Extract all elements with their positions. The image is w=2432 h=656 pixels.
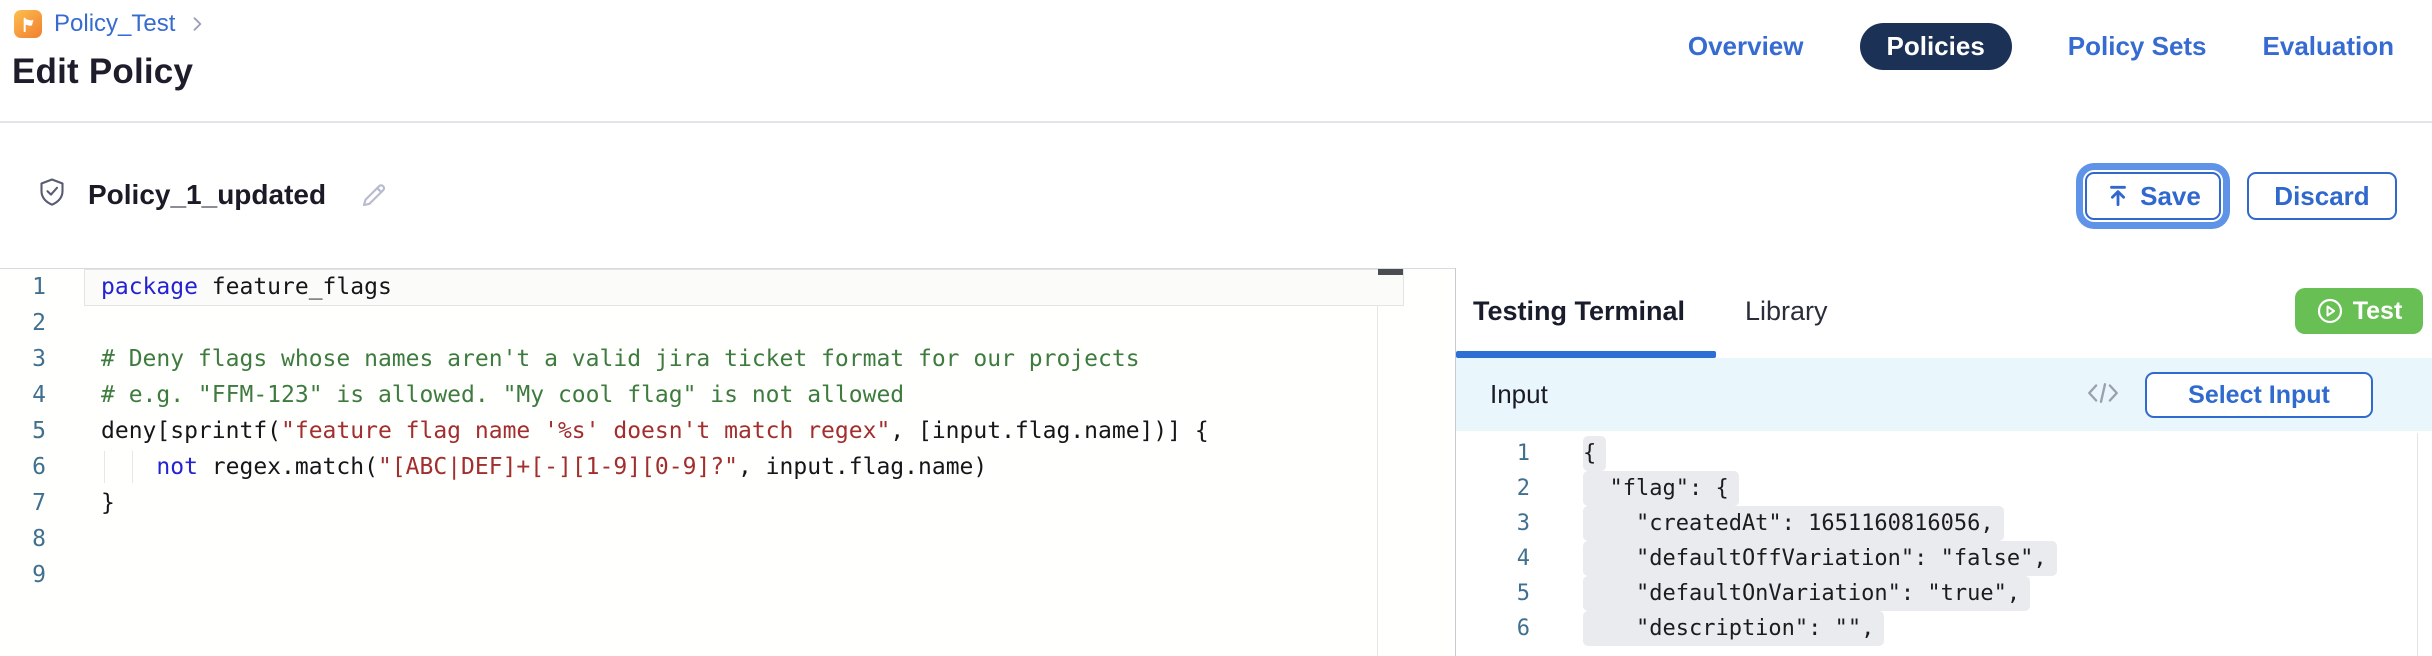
edit-name-pencil-icon[interactable] — [358, 179, 390, 211]
line-number: 2 — [0, 305, 46, 341]
line-number: 7 — [0, 485, 46, 521]
select-input-button[interactable]: Select Input — [2145, 372, 2373, 418]
upload-arrow-icon — [2105, 183, 2131, 209]
code-line[interactable]: 3# Deny flags whose names aren't a valid… — [0, 341, 1455, 377]
line-number: 6 — [0, 449, 46, 485]
policy-row: Policy_1_updated — [36, 176, 390, 213]
json-line[interactable]: 4 "defaultOffVariation": "false", — [1456, 541, 2432, 576]
policy-name: Policy_1_updated — [88, 179, 326, 211]
input-header-bar: Input Select Input — [1456, 358, 2432, 431]
line-number: 3 — [0, 341, 46, 377]
discard-button-label: Discard — [2274, 181, 2369, 212]
chevron-right-icon — [187, 14, 207, 34]
code-line[interactable]: 2 — [0, 305, 1455, 341]
code-line[interactable]: 6 not regex.match("[ABC|DEF]+[-][1-9][0-… — [0, 449, 1455, 485]
json-line[interactable]: 3 "createdAt": 1651160816056, — [1456, 506, 2432, 541]
active-tab-underline — [1456, 351, 1716, 358]
json-line[interactable]: 2 "flag": { — [1456, 471, 2432, 506]
test-button[interactable]: Test — [2295, 288, 2423, 334]
input-label: Input — [1490, 379, 1548, 410]
rego-scrollbar-thumb[interactable] — [1378, 269, 1403, 275]
testing-panel-tabs: Testing Terminal Library — [1456, 268, 2432, 358]
module-nav: Overview Policies Policy Sets Evaluation — [1688, 24, 2394, 68]
line-number: 1 — [1456, 436, 1530, 471]
json-editor-right-border — [2417, 433, 2418, 656]
code-brackets-icon[interactable] — [2084, 378, 2122, 413]
line-number: 8 — [0, 521, 46, 557]
header-divider — [0, 121, 2432, 123]
save-button-label: Save — [2140, 181, 2201, 212]
page-title: Edit Policy — [12, 52, 193, 92]
discard-button[interactable]: Discard — [2247, 172, 2397, 220]
breadcrumb: Policy_Test — [14, 10, 207, 38]
code-line[interactable]: 8 — [0, 521, 1455, 557]
json-line[interactable]: 1{ — [1456, 436, 2432, 471]
code-line[interactable]: 1package feature_flags — [0, 269, 1455, 305]
input-json-editor[interactable]: 1{2 "flag": {3 "createdAt": 165116081605… — [1456, 431, 2432, 656]
code-line[interactable]: 9 — [0, 557, 1455, 593]
line-number: 2 — [1456, 471, 1530, 506]
policy-shield-check-icon — [36, 176, 68, 213]
json-line[interactable]: 6 "description": "", — [1456, 611, 2432, 646]
tab-library[interactable]: Library — [1745, 296, 1828, 327]
code-line[interactable]: 4# e.g. "FFM-123" is allowed. "My cool f… — [0, 377, 1455, 413]
line-number: 5 — [0, 413, 46, 449]
nav-tab-evaluation[interactable]: Evaluation — [2263, 31, 2394, 62]
test-button-label: Test — [2353, 297, 2403, 326]
line-number: 6 — [1456, 611, 1530, 646]
code-line[interactable]: 7} — [0, 485, 1455, 521]
code-line[interactable]: 5deny[sprintf("feature flag name '%s' do… — [0, 413, 1455, 449]
nav-tab-policy-sets[interactable]: Policy Sets — [2068, 31, 2207, 62]
line-number: 9 — [0, 557, 46, 593]
json-line[interactable]: 5 "defaultOnVariation": "true", — [1456, 576, 2432, 611]
line-number: 3 — [1456, 506, 1530, 541]
edit-policy-page: Policy_Test Edit Policy Overview Policies… — [0, 0, 2432, 656]
line-number: 1 — [0, 269, 46, 305]
tab-testing-terminal[interactable]: Testing Terminal — [1473, 296, 1685, 327]
save-button[interactable]: Save — [2085, 172, 2221, 220]
line-number: 4 — [0, 377, 46, 413]
rego-code-editor[interactable]: 1package feature_flags23# Deny flags who… — [0, 269, 1455, 656]
select-input-label: Select Input — [2188, 381, 2330, 410]
feature-flags-module-icon — [14, 10, 42, 38]
play-circle-icon — [2316, 297, 2344, 325]
line-number: 4 — [1456, 541, 1530, 576]
line-number: 5 — [1456, 576, 1530, 611]
nav-tab-policies[interactable]: Policies — [1860, 23, 2012, 70]
breadcrumb-project-link[interactable]: Policy_Test — [54, 10, 175, 38]
rego-scrollbar-track — [1377, 305, 1378, 656]
nav-tab-overview[interactable]: Overview — [1688, 31, 1804, 62]
